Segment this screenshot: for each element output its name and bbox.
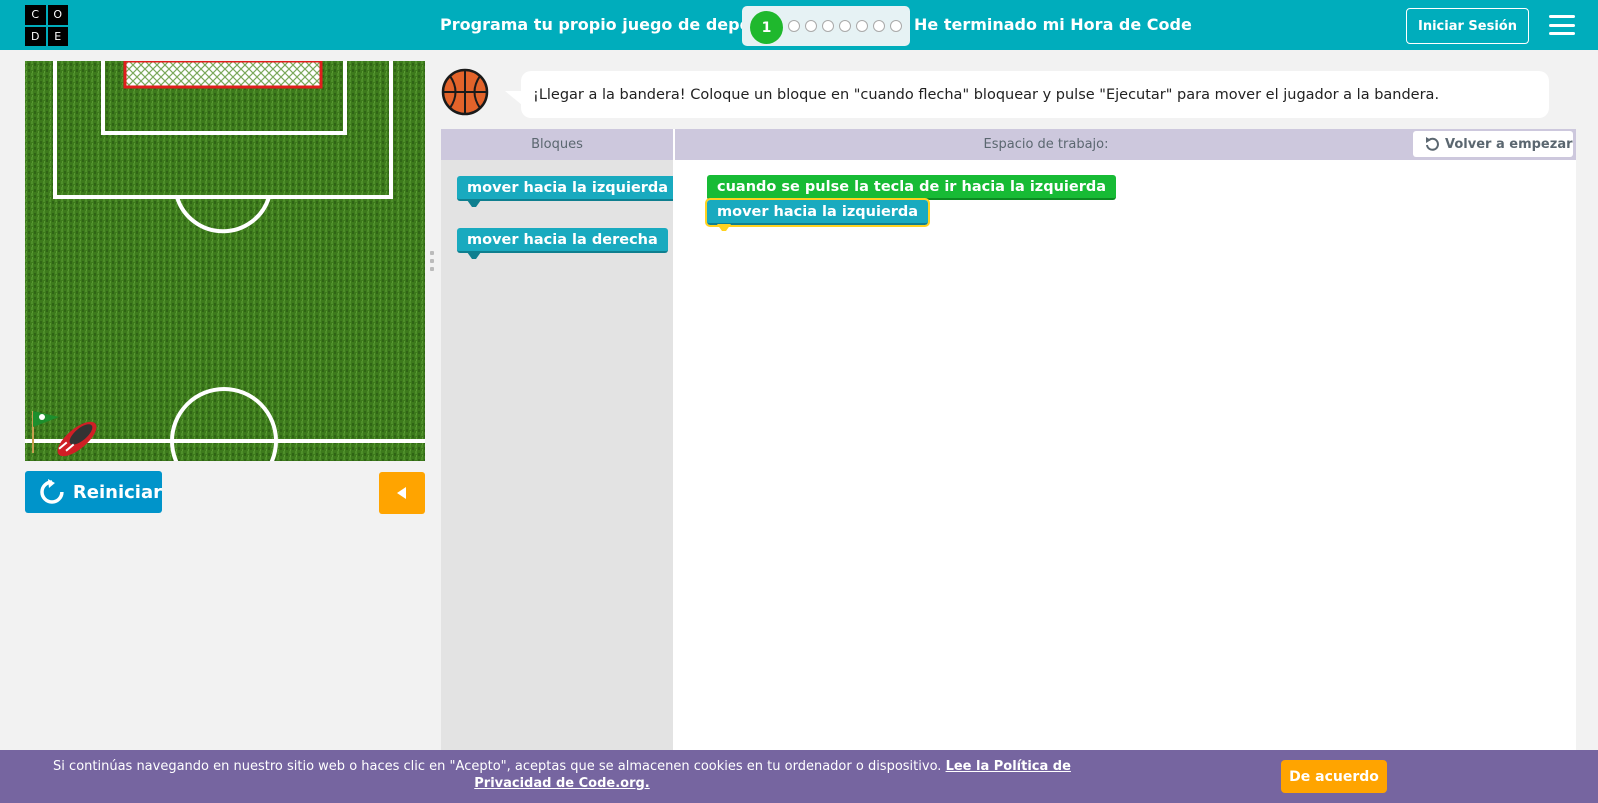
reset-button[interactable]: Reiniciar — [25, 471, 162, 513]
hamburger-icon[interactable] — [1549, 15, 1575, 35]
block-notch — [467, 252, 481, 259]
finish-link[interactable]: He terminado mi Hora de Code — [914, 15, 1192, 34]
workspace-header-label: Espacio de trabajo: — [983, 137, 1109, 152]
level-dot[interactable] — [856, 20, 868, 32]
start-over-button[interactable]: Volver a empezar — [1413, 131, 1573, 157]
toolbox: mover hacia la izquierda mover hacia la … — [441, 160, 679, 750]
workspace-header: Bloques Espacio de trabajo: Volver a emp… — [441, 129, 1576, 160]
collapse-button[interactable] — [379, 472, 425, 514]
block-label: mover hacia la izquierda — [717, 203, 919, 220]
instructions-bubble: ¡Llegar a la bandera! Coloque un bloque … — [505, 71, 1549, 118]
event-block-left-arrow[interactable]: cuando se pulse la tecla de ir hacia la … — [707, 175, 1117, 200]
logo-letter: E — [47, 26, 68, 46]
block-notch — [717, 224, 731, 231]
level-dot[interactable] — [788, 20, 800, 32]
basketball-icon — [441, 68, 489, 116]
workspace-block-move-left[interactable]: mover hacia la izquierda — [704, 198, 931, 231]
block-label: mover hacia la izquierda — [467, 179, 669, 196]
block-label: mover hacia la derecha — [467, 231, 658, 248]
triangle-left-icon — [397, 487, 406, 499]
level-dot[interactable] — [873, 20, 885, 32]
cookie-banner: Si continúas navegando en nuestro sitio … — [0, 750, 1598, 803]
resize-handle[interactable] — [429, 251, 435, 271]
block-notch — [467, 200, 481, 207]
toolbox-block-move-right[interactable]: mover hacia la derecha — [457, 228, 668, 259]
cookie-message: Si continúas navegando en nuestro sitio … — [22, 758, 1102, 792]
toolbox-block-move-left[interactable]: mover hacia la izquierda — [457, 176, 679, 207]
logo-letter: O — [47, 5, 68, 25]
instructions-panel: ¡Llegar a la bandera! Coloque un bloque … — [441, 61, 1576, 129]
puzzle-title: Programa tu propio juego de deporte — [440, 15, 777, 34]
code-org-logo[interactable]: C O D E — [25, 5, 68, 46]
level-dot[interactable] — [839, 20, 851, 32]
block-label: cuando se pulse la tecla de ir hacia la … — [717, 178, 1107, 195]
header: C O D E Programa tu propio juego de depo… — [0, 0, 1598, 50]
level-dot[interactable] — [822, 20, 834, 32]
refresh-icon — [40, 479, 64, 504]
workspace[interactable]: cuando se pulse la tecla de ir hacia la … — [673, 160, 1576, 750]
undo-icon — [1426, 137, 1439, 151]
level-dot[interactable] — [805, 20, 817, 32]
cookie-text: Si continúas navegando en nuestro sitio … — [53, 759, 946, 774]
logo-letter: C — [25, 5, 46, 25]
accept-cookies-button[interactable]: De acuerdo — [1281, 760, 1387, 793]
level-progress: 1 — [742, 6, 910, 46]
logo-letter: D — [25, 26, 46, 46]
current-level-bubble[interactable]: 1 — [750, 11, 783, 44]
soccer-field — [25, 61, 425, 461]
game-visualization — [25, 61, 425, 461]
signin-button[interactable]: Iniciar Sesión — [1406, 8, 1529, 44]
level-dot[interactable] — [890, 20, 902, 32]
reset-label: Reiniciar — [72, 481, 162, 503]
toolbox-header: Bloques — [531, 137, 583, 152]
start-over-label: Volver a empezar — [1445, 136, 1573, 152]
